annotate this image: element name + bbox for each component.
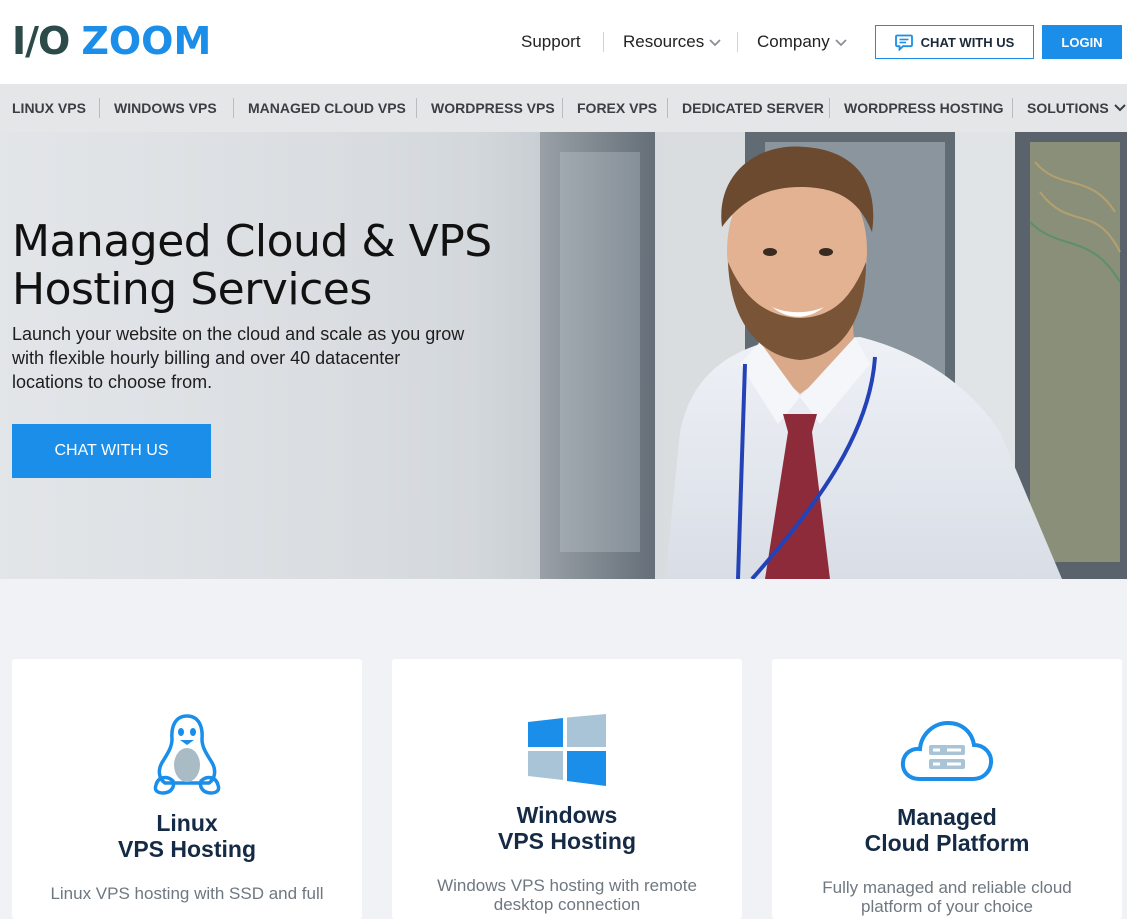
site-header: I/O ZOOM Support Resources Company CHAT …	[0, 0, 1127, 84]
menu-divider	[667, 98, 668, 118]
chat-bubble-icon	[894, 34, 913, 51]
product-menu-bar: LINUX VPS WINDOWS VPS MANAGED CLOUD VPS …	[0, 84, 1127, 132]
chat-with-us-label: CHAT WITH US	[920, 34, 1015, 50]
chevron-down-icon	[1113, 104, 1126, 112]
nav-company[interactable]: Company	[757, 32, 847, 52]
nav-company-label: Company	[757, 32, 830, 51]
card-windows-title-line2: VPS Hosting	[497, 828, 636, 854]
nav-divider	[603, 32, 604, 52]
menu-wordpress-hosting[interactable]: WORDPRESS HOSTING	[844, 84, 1003, 132]
card-cloud-title-line2: Cloud Platform	[864, 830, 1030, 856]
card-cloud-title-line1: Managed	[897, 804, 997, 830]
chevron-down-icon	[835, 39, 847, 47]
hero-banner: Managed Cloud & VPS Hosting Services Lau…	[0, 132, 1127, 579]
logo-text-io: I/O	[12, 19, 70, 63]
windows-logo-icon	[528, 714, 606, 786]
menu-divider	[562, 98, 563, 118]
menu-divider	[1012, 98, 1013, 118]
card-managed-cloud[interactable]: Managed Cloud Platform Fully managed and…	[772, 659, 1122, 919]
menu-divider	[233, 98, 234, 118]
logo-text-zoom: ZOOM	[81, 19, 212, 63]
card-windows-title-line1: Windows	[516, 802, 618, 828]
nav-divider	[737, 32, 738, 52]
card-cloud-description: Fully managed and reliable cloud platfor…	[822, 878, 1072, 916]
chevron-down-icon	[709, 39, 721, 47]
menu-divider	[416, 98, 417, 118]
card-windows-title: Windows VPS Hosting	[392, 802, 742, 854]
menu-managed-cloud-vps[interactable]: MANAGED CLOUD VPS	[248, 84, 406, 132]
card-linux-title-line2: VPS Hosting	[117, 836, 256, 862]
hero-subtitle: Launch your website on the cloud and sca…	[12, 324, 465, 392]
hero-title: Managed Cloud & VPS Hosting Services	[12, 216, 492, 315]
menu-dedicated-server[interactable]: DEDICATED SERVER	[682, 84, 824, 132]
login-button[interactable]: LOGIN	[1042, 25, 1122, 59]
menu-wordpress-vps[interactable]: WORDPRESS VPS	[431, 84, 555, 132]
menu-solutions[interactable]: SOLUTIONS	[1027, 84, 1126, 132]
menu-forex-vps[interactable]: FOREX VPS	[577, 84, 657, 132]
menu-divider	[829, 98, 830, 118]
linux-penguin-icon	[153, 714, 221, 795]
card-linux-description: Linux VPS hosting with SSD and full	[50, 884, 324, 903]
card-linux-title-line1: Linux	[156, 810, 218, 836]
menu-solutions-label: SOLUTIONS	[1027, 100, 1109, 116]
cloud-server-icon	[900, 720, 994, 781]
card-cloud-title: Managed Cloud Platform	[772, 804, 1122, 856]
card-linux-vps[interactable]: Linux VPS Hosting Linux VPS hosting with…	[12, 659, 362, 919]
card-windows-vps[interactable]: Windows VPS Hosting Windows VPS hosting …	[392, 659, 742, 919]
nav-resources[interactable]: Resources	[623, 32, 721, 52]
chat-with-us-button[interactable]: CHAT WITH US	[875, 25, 1034, 59]
card-windows-description: Windows VPS hosting with remote desktop …	[437, 876, 697, 914]
nav-resources-label: Resources	[623, 32, 705, 51]
site-logo[interactable]: I/O ZOOM	[12, 18, 211, 64]
card-linux-title: Linux VPS Hosting	[12, 810, 362, 862]
hero-chat-with-us-button[interactable]: CHAT WITH US	[12, 424, 211, 478]
menu-divider	[99, 98, 100, 118]
menu-windows-vps[interactable]: WINDOWS VPS	[114, 84, 217, 132]
nav-support[interactable]: Support	[521, 32, 581, 52]
menu-linux-vps[interactable]: LINUX VPS	[12, 84, 86, 132]
